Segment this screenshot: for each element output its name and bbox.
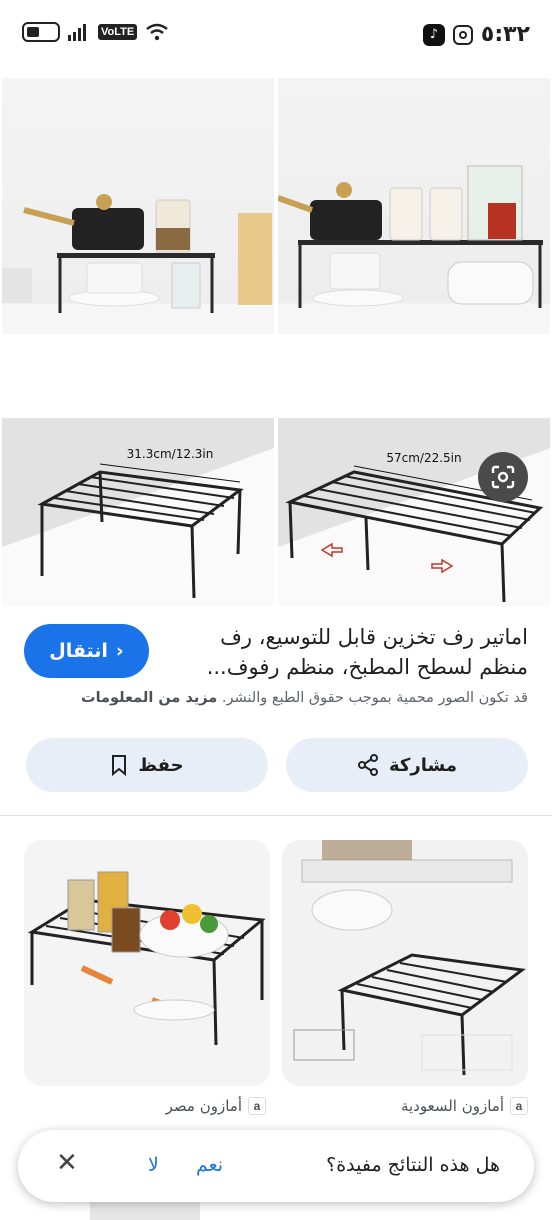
status-icons-left: VoLTE (22, 22, 169, 42)
product-diagram-small: 31.3cm/12.3in (2, 418, 274, 606)
feedback-no-button[interactable]: لا (148, 1154, 159, 1176)
related-source[interactable]: a أمازون السعودية (401, 1097, 528, 1115)
related-image-card[interactable] (282, 840, 528, 1086)
product-photo-compact (2, 78, 274, 334)
share-button[interactable]: مشاركة (286, 738, 528, 792)
instagram-icon (452, 24, 473, 45)
dimension-label-large: 57cm/22.5in (386, 451, 461, 465)
close-icon[interactable]: ✕ (56, 1148, 78, 1178)
volte-badge: VoLTE (98, 24, 138, 40)
clock: ٥:٣٢ (480, 22, 530, 47)
save-label: حفظ (138, 754, 184, 776)
share-icon (358, 754, 379, 776)
share-label: مشاركة (389, 754, 457, 776)
tiktok-icon: ♪ (422, 23, 445, 46)
feedback-yes-button[interactable]: نعم (196, 1154, 223, 1176)
chevron-right-icon: › (115, 640, 124, 662)
related-image-card[interactable] (24, 840, 270, 1086)
visit-label: انتقال (49, 640, 108, 662)
lens-icon (491, 465, 515, 489)
wifi-icon (146, 23, 168, 41)
next-row-preview (90, 1202, 200, 1220)
feedback-bar: هل هذه النتائج مفيدة؟ نعم لا ✕ (18, 1130, 534, 1202)
status-bar: VoLTE ♪ ٥:٣٢ (0, 0, 552, 70)
result-title[interactable]: اماتير رف تخزين قابل للتوسيع، رف منظم لس… (188, 622, 528, 682)
bookmark-icon (112, 755, 127, 776)
more-info-link[interactable]: مزيد من المعلومات (81, 690, 217, 706)
dimension-label-small: 31.3cm/12.3in (127, 447, 214, 461)
related-source-label: أمازون السعودية (400, 1097, 504, 1115)
amazon-icon: a (510, 1097, 528, 1115)
amazon-icon: a (248, 1097, 266, 1115)
copyright-notice: قد تكون الصور محمية بموجب حقوق الطبع وال… (24, 690, 528, 706)
visit-button[interactable]: انتقال › (24, 624, 149, 678)
feedback-question: هل هذه النتائج مفيدة؟ (326, 1154, 500, 1176)
lens-search-button[interactable] (478, 452, 528, 502)
copyright-text: قد تكون الصور محمية بموجب حقوق الطبع وال… (221, 690, 528, 706)
signal-icon (68, 24, 86, 41)
status-icons-right: ♪ ٥:٣٢ (422, 22, 530, 47)
product-diagram-expanded: 57cm/22.5in (278, 418, 550, 606)
divider (0, 815, 552, 816)
save-button[interactable]: حفظ (26, 738, 268, 792)
product-photo-expanded (278, 78, 550, 334)
battery-icon (22, 22, 60, 42)
product-image-viewer[interactable]: 31.3cm/12.3in 57cm/22.5in (0, 78, 552, 608)
related-source-label: أمازون مصر (165, 1097, 242, 1115)
related-source[interactable]: a أمازون مصر (166, 1097, 266, 1115)
